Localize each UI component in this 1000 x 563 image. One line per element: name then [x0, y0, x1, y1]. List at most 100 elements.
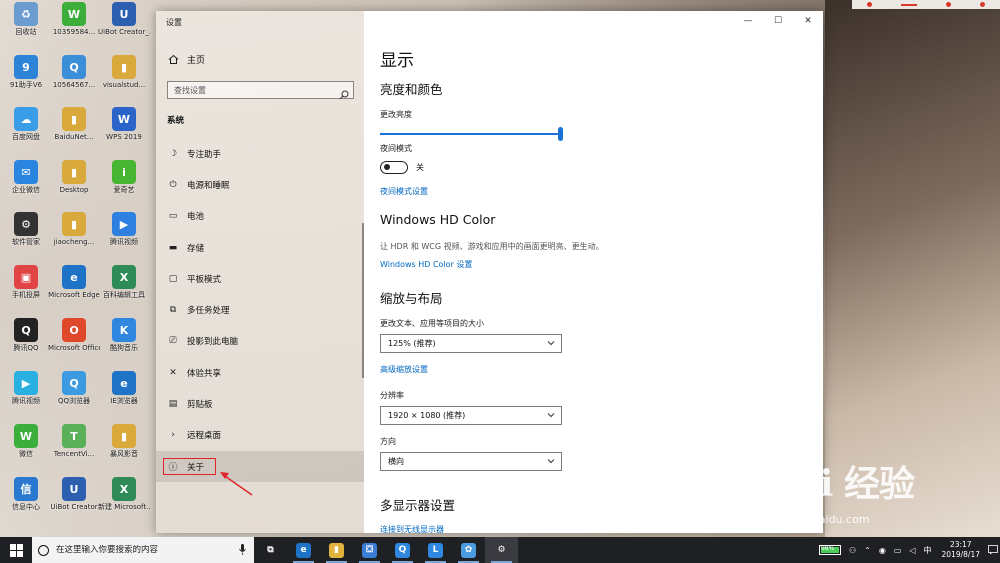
nav-item[interactable]: › 远程桌面 — [156, 420, 364, 451]
wireless-display-link[interactable]: 连接到无线显示器 — [380, 524, 444, 533]
desktop-shortcut[interactable]: ▮ jiaocheng... — [48, 210, 100, 262]
slider-thumb[interactable] — [558, 127, 563, 141]
shortcut-label: 信息中心 — [12, 503, 40, 511]
search-icon[interactable] — [339, 85, 349, 100]
toolbar-dot[interactable] — [980, 2, 986, 7]
taskbar-app-store[interactable]: ⛋ — [353, 537, 386, 563]
desktop-shortcut[interactable]: ▮ BaiduNet... — [48, 105, 100, 157]
taskbar-app-file-explorer[interactable]: ▮ — [320, 537, 353, 563]
battery-indicator[interactable]: 98% — [818, 545, 841, 555]
nav-item[interactable]: ⧉ 多任务处理 — [156, 294, 364, 325]
desktop-shortcut[interactable]: X 新建 Microsoft... — [98, 475, 150, 527]
desktop-shortcut[interactable]: ♻ 回收站 — [0, 0, 52, 52]
taskbar-app-app-photo[interactable]: ✿ — [452, 537, 485, 563]
desktop-shortcut[interactable]: i 爱奇艺 — [98, 158, 150, 210]
volume-icon[interactable]: ◁ — [909, 546, 915, 555]
nav-item[interactable]: ▤ 剪贴板 — [156, 388, 364, 419]
toolbar-minimize[interactable] — [900, 3, 917, 6]
desktop-shortcut[interactable]: ⚙ 软件管家 — [0, 210, 52, 262]
slider-track[interactable] — [380, 133, 560, 135]
nav-item[interactable]: ⎚ 投影到此电脑 — [156, 326, 364, 357]
scale-value: 125% (推荐) — [388, 339, 436, 348]
desktop-shortcut[interactable]: Q 10564567... — [48, 53, 100, 105]
network-icon[interactable]: ▭ — [894, 546, 902, 555]
shortcut-label: 10359584... — [52, 28, 96, 36]
nav-item-label: 平板模式 — [187, 274, 222, 285]
taskbar-app-edge[interactable]: e — [287, 537, 320, 563]
night-light-settings-link[interactable]: 夜间模式设置 — [380, 186, 428, 197]
desktop-shortcut[interactable]: ▣ 手机投屏 — [0, 263, 52, 315]
desktop-shortcut[interactable]: ▮ visualstud... — [98, 53, 150, 105]
scale-dropdown[interactable]: 125% (推荐) — [380, 334, 562, 353]
chevron-down-icon — [547, 341, 555, 346]
toolbar-dot[interactable] — [866, 2, 872, 7]
desktop-shortcut[interactable]: Q QQ浏览器 — [48, 369, 100, 421]
ime-indicator[interactable]: 中 — [924, 545, 932, 556]
desktop-shortcut[interactable]: e IE浏览器 — [98, 369, 150, 421]
desktop-shortcut[interactable]: O Microsoft Office — [48, 316, 100, 368]
taskbar-app-task-view[interactable]: ⧉ — [254, 537, 287, 563]
shortcut-label: 微信 — [19, 450, 33, 458]
taskbar-search-input[interactable] — [56, 545, 236, 555]
orientation-dropdown[interactable]: 横向 — [380, 452, 562, 471]
desktop-shortcut[interactable]: ▶ 腾讯视频 — [0, 369, 52, 421]
desktop-shortcut[interactable]: U UiBot Creator_... — [98, 0, 150, 52]
desktop-shortcut[interactable]: K 酷狗音乐 — [98, 316, 150, 368]
desktop-shortcut[interactable]: ✉ 企业微信 — [0, 158, 52, 210]
advanced-scaling-link[interactable]: 高级缩放设置 — [380, 364, 428, 375]
night-light-toggle[interactable] — [380, 161, 408, 174]
hd-color-settings-link[interactable]: Windows HD Color 设置 — [380, 259, 472, 270]
desktop-shortcut[interactable]: e Microsoft Edge — [48, 263, 100, 315]
toolbar-dot[interactable] — [946, 2, 952, 7]
app-icon: Q — [62, 371, 86, 395]
floating-toolbar[interactable] — [852, 0, 1000, 9]
resolution-label: 分辨率 — [380, 391, 404, 400]
desktop-shortcut[interactable]: ☁ 百度网盘 — [0, 105, 52, 157]
nav-item[interactable]: ▢ 平板模式 — [156, 263, 364, 294]
resolution-dropdown[interactable]: 1920 × 1080 (推荐) — [380, 406, 562, 425]
minimize-button[interactable]: — — [733, 11, 763, 31]
search-input[interactable] — [174, 85, 334, 95]
maximize-button[interactable]: ☐ — [763, 11, 793, 31]
nav-item[interactable]: ⓘ 关于 — [156, 450, 364, 483]
brightness-slider[interactable] — [380, 127, 564, 141]
desktop-shortcut[interactable]: 信信息中心 — [0, 475, 52, 527]
power-icon: ⏻ — [169, 179, 177, 190]
close-button[interactable]: ✕ — [793, 11, 823, 31]
record-icon[interactable]: ◉ — [879, 546, 886, 555]
desktop-shortcut[interactable]: W 10359584... — [48, 0, 100, 52]
taskbar-search[interactable] — [32, 537, 254, 563]
desktop-shortcut[interactable]: X 百科编辑工具 — [98, 263, 150, 315]
desktop-shortcut[interactable]: ▮ 暴风影音 — [98, 422, 150, 474]
people-icon[interactable]: ⚇ — [849, 546, 856, 555]
desktop-shortcut[interactable]: ▮ Desktop — [48, 158, 100, 210]
notification-center-button[interactable] — [986, 537, 1000, 563]
desktop-shortcut[interactable]: W 微信 — [0, 422, 52, 474]
taskbar-app-app-l[interactable]: L — [419, 537, 452, 563]
desktop-shortcut[interactable]: U UiBot Creator — [48, 475, 100, 527]
nav-item[interactable]: ▭ 电池 — [156, 201, 364, 232]
night-light-label: 夜间模式 — [380, 144, 412, 153]
nav-home[interactable]: 主页 — [156, 49, 364, 69]
nav-item[interactable]: ⏻ 电源和睡眠 — [156, 169, 364, 200]
window-controls: — ☐ ✕ — [733, 11, 823, 31]
desktop-shortcut[interactable]: T TencentVi... — [48, 422, 100, 474]
start-button[interactable] — [0, 537, 32, 563]
nav-item[interactable]: ☽ 专注助手 — [156, 138, 364, 169]
desktop-shortcut[interactable]: W WPS 2019 — [98, 105, 150, 157]
shortcut-label: Microsoft Office — [48, 344, 100, 352]
desktop-shortcut[interactable]: Q 腾讯QQ — [0, 316, 52, 368]
clock[interactable]: 23:17 2019/8/17 — [942, 540, 980, 560]
taskbar-app-browser[interactable]: Q — [386, 537, 419, 563]
nav-item[interactable]: ▬ 存储 — [156, 232, 364, 263]
desktop-shortcut[interactable]: 9 91助手V6 — [0, 53, 52, 105]
scale-label: 更改文本、应用等项目的大小 — [380, 319, 484, 328]
microphone-icon[interactable] — [239, 544, 246, 555]
nav-item[interactable]: ✕ 体验共享 — [156, 357, 364, 388]
desktop-shortcut[interactable]: ▶ 腾讯视频 — [98, 210, 150, 262]
app-icon: W — [62, 2, 86, 26]
taskbar-app-settings[interactable]: ⚙ — [485, 537, 518, 563]
settings-search[interactable] — [167, 81, 354, 100]
app-icon: ☁ — [14, 107, 38, 131]
chevron-up-icon[interactable]: ⌃ — [864, 546, 871, 555]
